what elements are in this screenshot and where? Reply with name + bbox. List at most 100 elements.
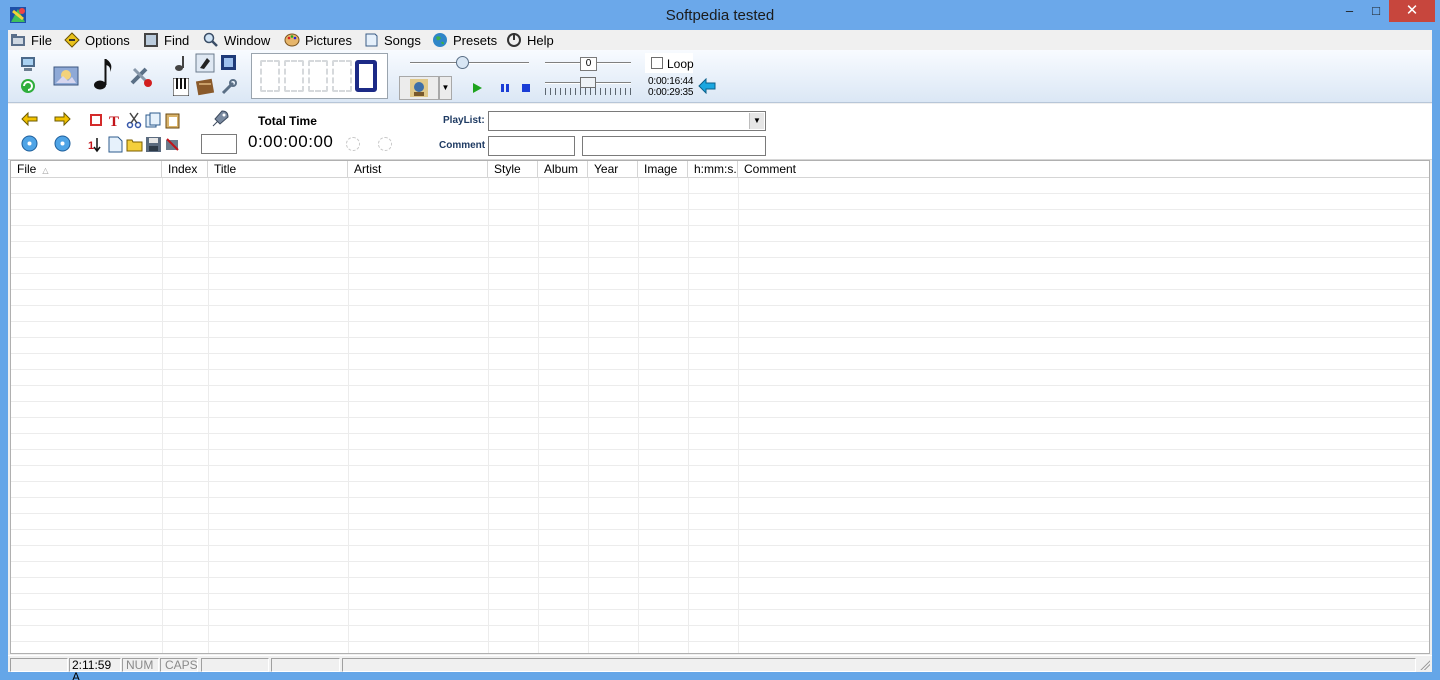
column-image[interactable]: Image: [638, 161, 688, 178]
status-clock: 2:11:59 A: [69, 658, 121, 680]
maximize-button[interactable]: □: [1363, 0, 1389, 22]
film-icon[interactable]: [220, 54, 237, 71]
arrow-right-icon[interactable]: [54, 111, 71, 128]
menu-help[interactable]: Help: [506, 32, 554, 48]
comment-input-long[interactable]: [582, 136, 766, 156]
pause-icon[interactable]: [499, 82, 511, 94]
menu-window-label: Window: [224, 33, 271, 48]
loop-label: Loop: [667, 57, 694, 71]
title-bar: Softpedia tested – □ ✕: [0, 0, 1440, 30]
balance-slider-thumb[interactable]: [580, 77, 596, 88]
column-artist[interactable]: Artist: [348, 161, 488, 178]
menu-options[interactable]: Options: [64, 32, 130, 48]
menu-options-label: Options: [85, 33, 130, 48]
resize-grip-icon[interactable]: [1419, 659, 1430, 670]
tools-icon[interactable]: [128, 63, 154, 89]
comment-input-short[interactable]: [488, 136, 575, 156]
books-icon[interactable]: [195, 77, 215, 97]
total-time-small: 0:00:29:35: [648, 87, 694, 98]
cd-blue-icon-2[interactable]: [54, 135, 71, 152]
song-list[interactable]: File △ Index Title Artist Style Album Yea…: [10, 160, 1430, 654]
wrench-icon[interactable]: [220, 78, 238, 96]
find-icon: [144, 33, 158, 47]
open-folder-icon[interactable]: [126, 136, 143, 153]
column-title[interactable]: Title: [208, 161, 348, 178]
grid-line: [488, 178, 489, 653]
paste-icon[interactable]: [164, 112, 181, 129]
erase-icon[interactable]: [164, 136, 181, 153]
rocket-icon[interactable]: [210, 109, 230, 129]
play-icon[interactable]: [471, 82, 483, 94]
cut-red-icon[interactable]: [88, 112, 105, 129]
column-album[interactable]: Album: [538, 161, 588, 178]
volume-value: 0: [580, 57, 597, 71]
column-year[interactable]: Year: [588, 161, 638, 178]
clipboard-note-icon[interactable]: [195, 53, 215, 73]
copy-icon[interactable]: [145, 112, 162, 129]
menu-pictures[interactable]: Pictures: [284, 32, 352, 48]
text-icon[interactable]: T: [107, 112, 124, 129]
elapsed-time: 0:00:16:44: [648, 76, 694, 87]
led-digit-blank: [332, 60, 352, 92]
led-digit-blank: [308, 60, 328, 92]
svg-text:T: T: [109, 114, 119, 129]
column-duration[interactable]: h:mm:s...: [688, 161, 738, 178]
sort-ascending-icon: △: [42, 166, 49, 175]
list-header: File △ Index Title Artist Style Album Yea…: [11, 161, 1429, 178]
main-window: File Options Find Window Pictures Songs …: [8, 30, 1432, 680]
refresh-icon[interactable]: [19, 77, 37, 95]
menu-file[interactable]: File: [10, 32, 52, 48]
column-file[interactable]: File △: [11, 161, 162, 178]
playlist-label: PlayList:: [443, 115, 485, 126]
cover-art-icon: [410, 79, 428, 97]
loop-checkbox[interactable]: Loop: [645, 53, 694, 73]
cover-dropdown-button[interactable]: ▼: [439, 76, 452, 100]
playlist-select[interactable]: ▼: [488, 111, 766, 131]
total-time-label: Total Time: [258, 114, 317, 128]
new-document-icon[interactable]: [107, 136, 124, 153]
save-disk-icon[interactable]: [145, 136, 162, 153]
led-counter: [251, 53, 388, 99]
column-comment[interactable]: Comment: [738, 161, 1429, 178]
index-input[interactable]: [201, 134, 237, 154]
computer-icon[interactable]: [19, 55, 37, 73]
column-style[interactable]: Style: [488, 161, 538, 178]
grid-line: [638, 178, 639, 653]
cd-blue-icon[interactable]: [21, 135, 38, 152]
led-digit-zero: [355, 60, 377, 92]
speaker-note-icon[interactable]: [173, 54, 189, 72]
magnifier-icon: [203, 32, 218, 47]
back-arrow-icon[interactable]: [698, 78, 716, 94]
scissors-icon[interactable]: [126, 112, 143, 129]
menu-find[interactable]: Find: [143, 32, 189, 48]
column-file-label: File: [17, 162, 37, 176]
stop-icon[interactable]: [520, 82, 532, 94]
help-icon: [507, 33, 521, 47]
loop-checkbox-box[interactable]: [651, 57, 663, 69]
menu-presets[interactable]: Presets: [432, 32, 497, 48]
grid-line: [538, 178, 539, 653]
seek-slider-thumb[interactable]: [456, 56, 469, 69]
palette-icon: [284, 33, 300, 47]
chevron-down-icon[interactable]: ▼: [749, 113, 764, 129]
menu-songs[interactable]: Songs: [363, 32, 421, 48]
toolbar: 0 Loop 0:00:16:44 0:00:29:35: [8, 50, 1432, 103]
close-button[interactable]: ✕: [1389, 0, 1435, 22]
column-index[interactable]: Index: [162, 161, 208, 178]
svg-text:1: 1: [88, 140, 94, 152]
minimize-button[interactable]: –: [1336, 0, 1363, 22]
seek-slider-track[interactable]: [410, 62, 529, 64]
piano-icon[interactable]: [173, 78, 189, 96]
folder-icon: [11, 34, 25, 46]
music-note-icon[interactable]: [92, 56, 116, 92]
menu-window[interactable]: Window: [203, 32, 270, 48]
songs-icon: [365, 33, 378, 47]
cover-thumbnail[interactable]: [399, 76, 439, 100]
globe-icon: [433, 33, 447, 47]
menu-bar: File Options Find Window Pictures Songs …: [8, 30, 1432, 50]
list-grid: [11, 178, 1429, 653]
grid-line: [162, 178, 163, 653]
sort-icon[interactable]: 1: [88, 136, 105, 153]
arrow-left-icon[interactable]: [21, 111, 38, 128]
picture-folder-icon[interactable]: [52, 61, 80, 89]
